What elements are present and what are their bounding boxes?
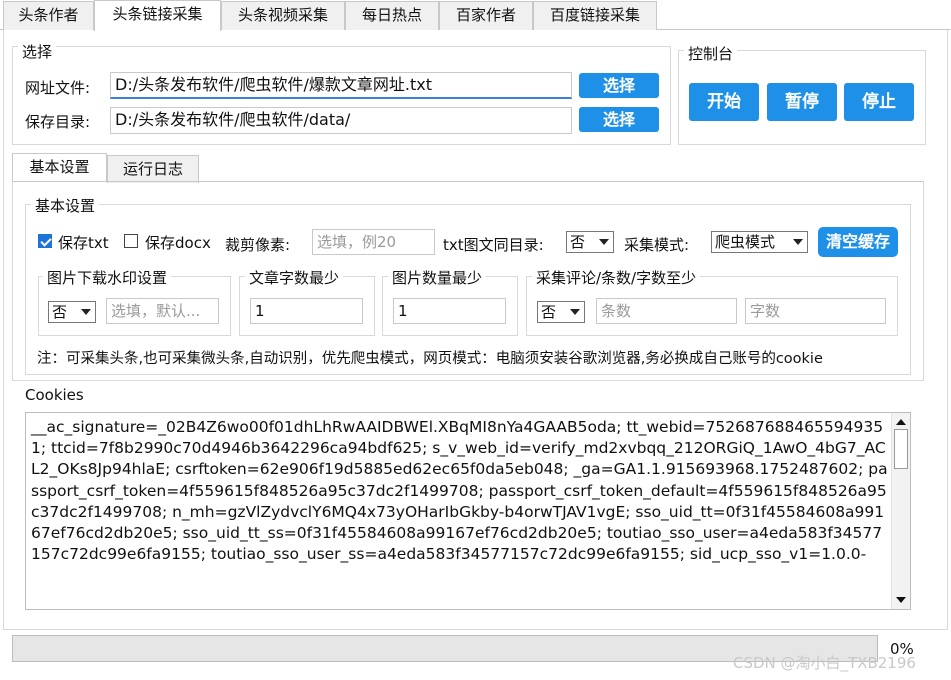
pause-button[interactable]: 暂停 xyxy=(767,83,837,121)
image-watermark-select[interactable]: 否 xyxy=(48,301,96,323)
scroll-up-icon[interactable] xyxy=(896,419,906,425)
min-images-value: 1 xyxy=(398,302,408,320)
scroll-down-icon[interactable] xyxy=(896,597,906,603)
tab-label: 头条视频采集 xyxy=(237,6,328,24)
collect-mode-value: 爬虫模式 xyxy=(715,233,776,251)
cookies-text: __ac_signature=_02B4Z6wo00f01dhLhRwAAIDB… xyxy=(31,418,888,564)
clear-cache-button[interactable]: 清空缓存 xyxy=(818,227,898,257)
comments-value: 否 xyxy=(541,303,557,321)
stop-button[interactable]: 停止 xyxy=(844,83,914,121)
cookies-label: Cookies xyxy=(25,386,84,404)
image-watermark-input[interactable]: 选填，默认... xyxy=(106,298,219,324)
cookies-scrollbar[interactable] xyxy=(891,413,910,609)
comments-title: 采集评论/条数/字数至少 xyxy=(532,267,701,288)
watermark-text: CSDN @淘小白_TXB2196 xyxy=(733,654,916,672)
comments-count-input[interactable]: 条数 xyxy=(596,298,737,324)
image-watermark-placeholder: 选填，默认... xyxy=(111,302,201,320)
save-txt-label: 保存txt xyxy=(58,234,109,252)
tab-label: 头条作者 xyxy=(18,6,79,24)
chevron-down-icon xyxy=(81,309,91,315)
min-words-value: 1 xyxy=(255,302,265,320)
save-docx-checkbox[interactable] xyxy=(124,234,138,248)
collect-mode-select[interactable]: 爬虫模式 xyxy=(711,231,808,253)
tab-run-log[interactable]: 运行日志 xyxy=(107,155,199,183)
chevron-down-icon xyxy=(570,309,580,315)
crop-pixels-input[interactable]: 选填，例20 xyxy=(312,229,435,255)
tab-baidu-link-collect[interactable]: 百度链接采集 xyxy=(533,1,657,30)
url-file-value: D:/头条发布软件/爬虫软件/爆款文章网址.txt xyxy=(115,75,432,94)
tab-label: 每日热点 xyxy=(361,6,422,24)
url-file-label: 网址文件: xyxy=(25,79,91,97)
tab-label: 百度链接采集 xyxy=(549,6,640,24)
save-dir-input[interactable]: D:/头条发布软件/爬虫软件/data/ xyxy=(110,107,572,134)
chevron-down-icon xyxy=(599,239,609,245)
tab-toutiao-link-collect[interactable]: 头条链接采集 xyxy=(94,0,221,31)
save-dir-value: D:/头条发布软件/爬虫软件/data/ xyxy=(115,110,351,129)
tab-label: 运行日志 xyxy=(122,160,183,178)
crop-pixels-placeholder: 选填，例20 xyxy=(317,233,397,251)
min-words-title: 文章字数最少 xyxy=(245,267,344,288)
crop-pixels-label: 裁剪像素: xyxy=(225,236,291,254)
tab-basic-settings[interactable]: 基本设置 xyxy=(12,153,107,181)
collect-mode-label: 采集模式: xyxy=(624,236,690,254)
console-title: 控制台 xyxy=(684,43,738,64)
save-dir-label: 保存目录: xyxy=(25,113,91,131)
min-images-input[interactable]: 1 xyxy=(393,298,506,324)
min-images-title: 图片数量最少 xyxy=(388,267,487,288)
image-watermark-value: 否 xyxy=(52,303,68,321)
chevron-down-icon xyxy=(793,239,803,245)
tab-baijia-author[interactable]: 百家作者 xyxy=(439,1,533,30)
min-words-input[interactable]: 1 xyxy=(250,298,363,324)
choose-url-file-button[interactable]: 选择 xyxy=(579,73,659,98)
url-file-input[interactable]: D:/头条发布软件/爬虫软件/爆款文章网址.txt xyxy=(110,72,572,99)
scroll-thumb[interactable] xyxy=(894,429,908,469)
image-watermark-title: 图片下载水印设置 xyxy=(43,267,172,288)
tab-daily-hot[interactable]: 每日热点 xyxy=(345,1,439,30)
tab-label: 基本设置 xyxy=(29,158,90,176)
main-tab-bar: 头条作者 头条链接采集 头条视频采集 每日热点 百家作者 百度链接采集 xyxy=(0,0,951,31)
comments-select[interactable]: 否 xyxy=(537,301,585,323)
txt-same-dir-label: txt图文同目录: xyxy=(443,236,544,254)
tab-label: 头条链接采集 xyxy=(112,5,203,23)
cookies-textarea[interactable]: __ac_signature=_02B4Z6wo00f01dhLhRwAAIDB… xyxy=(25,412,911,610)
select-group-title: 选择 xyxy=(18,41,57,62)
choose-save-dir-button[interactable]: 选择 xyxy=(579,107,659,132)
comments-count-placeholder: 条数 xyxy=(601,302,632,320)
basic-settings-title: 基本设置 xyxy=(31,195,100,216)
start-button[interactable]: 开始 xyxy=(689,83,759,121)
comments-words-placeholder: 字数 xyxy=(750,302,781,320)
tab-label: 百家作者 xyxy=(455,6,516,24)
save-docx-label: 保存docx xyxy=(145,234,211,252)
txt-same-dir-value: 否 xyxy=(570,233,586,251)
tab-toutiao-author[interactable]: 头条作者 xyxy=(3,1,94,30)
txt-same-dir-select[interactable]: 否 xyxy=(566,231,614,253)
note-text: 注：可采集头条,也可采集微头条,自动识别，优先爬虫模式，网页模式：电脑须安装谷歌… xyxy=(37,351,823,367)
save-txt-checkbox[interactable] xyxy=(38,234,52,248)
tab-toutiao-video-collect[interactable]: 头条视频采集 xyxy=(221,1,345,30)
comments-words-input[interactable]: 字数 xyxy=(745,298,886,324)
